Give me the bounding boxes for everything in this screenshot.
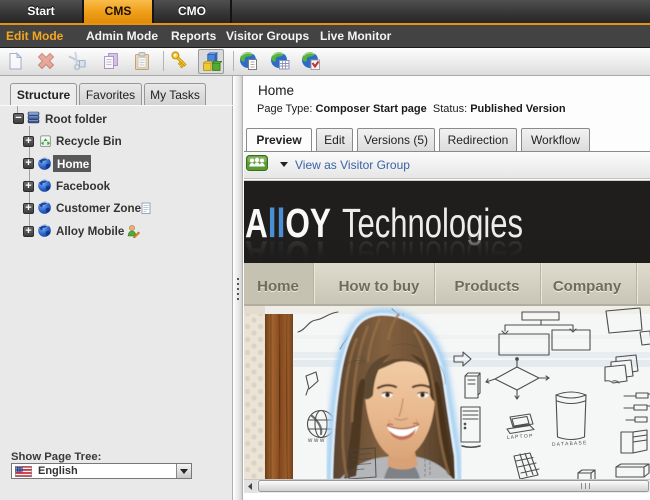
svg-text:Company: Company: [553, 278, 622, 295]
svg-text:Home: Home: [257, 278, 299, 295]
svg-text:How to buy: How to buy: [339, 278, 420, 295]
svg-text:Products: Products: [454, 278, 519, 295]
svg-text:w w w: w w w: [307, 438, 325, 444]
